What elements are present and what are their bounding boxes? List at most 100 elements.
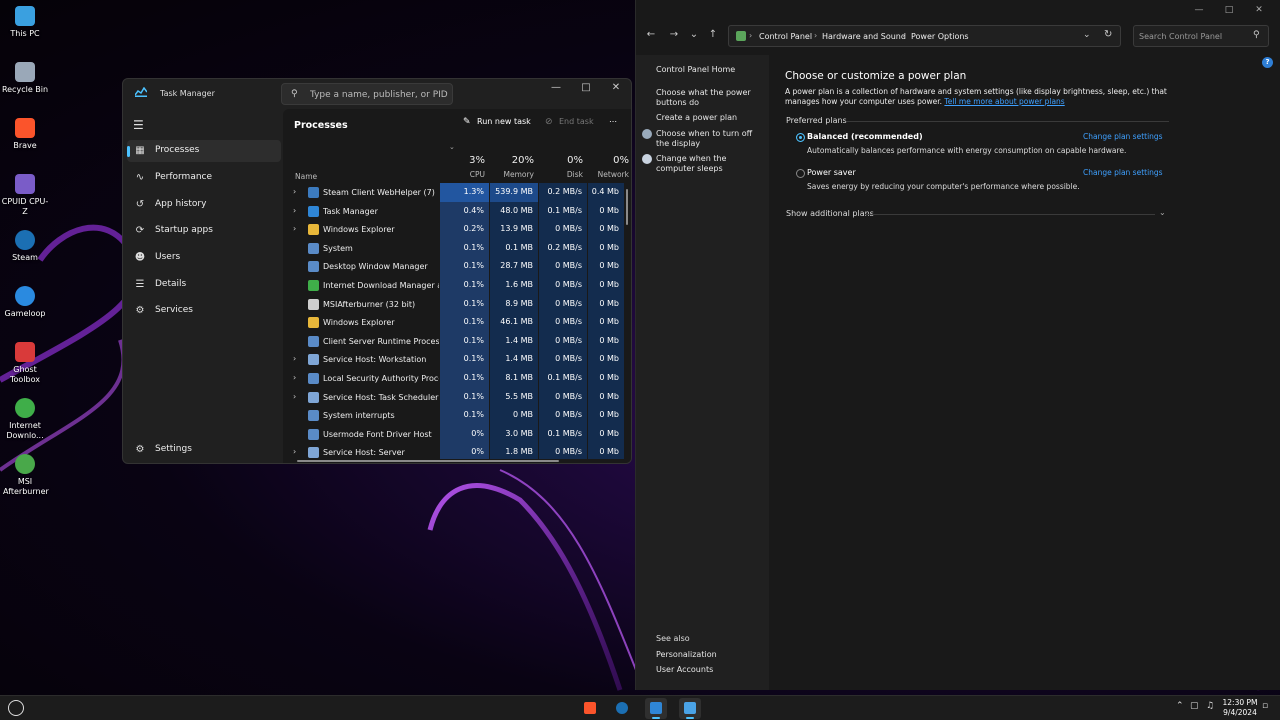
nav-users[interactable]: ☻ Users — [127, 247, 281, 269]
nav-services[interactable]: ⚙ Services — [127, 300, 281, 322]
plan-name[interactable]: Power saver — [807, 168, 856, 177]
start-button[interactable] — [8, 700, 24, 716]
taskbar-brave[interactable] — [579, 698, 601, 719]
volume-icon[interactable]: ♫ — [1206, 701, 1214, 711]
hamburger-menu-icon[interactable]: ☰ — [133, 118, 144, 132]
process-row[interactable]: › Windows Explorer 0.2% 13.9 MB 0 MB/s 0 Mb — [283, 220, 629, 239]
process-row[interactable]: Usermode Font Driver Host 0% 3.0 MB 0.1 MB/… — [283, 424, 629, 444]
expand-chevron-icon[interactable]: › — [293, 392, 296, 401]
process-row[interactable]: › Service Host: Task Scheduler 0.1% 5.5 MB 0… — [283, 387, 629, 407]
show-additional-plans[interactable]: Show additional plans — [786, 209, 874, 218]
process-row[interactable]: › Service Host: Server 0% 1.8 MB 0 MB/s 0 Mb — [283, 443, 629, 459]
expand-chevron-icon[interactable]: › — [293, 373, 296, 382]
back-button[interactable]: ← — [643, 29, 659, 43]
taskbar-task-manager[interactable] — [645, 698, 667, 719]
process-row[interactable]: › Service Host: Workstation 0.1% 1.4 MB 0 MB… — [283, 350, 629, 369]
process-row[interactable]: Desktop Window Manager 0.1% 28.7 MB 0 MB/s 0… — [283, 257, 629, 276]
plan-balanced-radio[interactable] — [796, 133, 805, 142]
breadcrumb-control-panel[interactable]: Control Panel — [759, 32, 812, 41]
column-header-disk[interactable]: 0% Disk — [539, 149, 587, 183]
column-header-memory[interactable]: 20% Memory — [490, 149, 538, 183]
nav-settings[interactable]: ⚙ Settings — [127, 439, 281, 461]
process-row[interactable]: › Steam Client WebHelper (7) 1.3% 539.9 MB 0… — [283, 183, 629, 202]
taskbar-control-panel[interactable] — [679, 698, 701, 719]
horizontal-scrollbar[interactable] — [297, 460, 559, 462]
process-cpu: 0% — [440, 443, 489, 459]
nav-processes[interactable]: ▦ Processes — [127, 140, 281, 162]
process-cpu: 0.1% — [440, 406, 489, 425]
process-row[interactable]: › Task Manager 0.4% 48.0 MB 0.1 MB/s 0 Mb — [283, 201, 629, 221]
link-personalization[interactable]: Personalization — [656, 650, 766, 660]
process-row[interactable]: Internet Download Manager a... 0.1% 1.6 MB… — [283, 276, 629, 295]
breadcrumb-power-options[interactable]: Power Options — [911, 32, 969, 41]
notifications-icon[interactable]: ▫ — [1262, 701, 1268, 711]
close-button[interactable]: ✕ — [601, 79, 631, 99]
expand-chevron-icon[interactable]: › — [293, 224, 296, 233]
desktop-icon-msi-afterburner[interactable]: MSI Afterburner — [0, 454, 50, 497]
link-power-buttons[interactable]: Choose what the power buttons do — [656, 88, 766, 108]
nav-details[interactable]: ☰ Details — [127, 274, 281, 296]
process-row[interactable]: MSIAfterburner (32 bit) 0.1% 8.9 MB 0 MB/s 0… — [283, 294, 629, 314]
breadcrumb-hardware-and-sound[interactable]: Hardware and Sound — [822, 32, 906, 41]
desktop-icon-steam[interactable]: Steam — [0, 230, 50, 263]
desktop-icon-recycle-bin[interactable]: Recycle Bin — [0, 62, 50, 95]
desktop-icon-gameloop[interactable]: Gameloop — [0, 286, 50, 319]
link-control-panel-home[interactable]: Control Panel Home — [656, 65, 766, 75]
up-button[interactable]: ↑ — [705, 29, 721, 43]
desktop-icon-ghost-toolbox[interactable]: Ghost Toolbox — [0, 342, 50, 385]
control-panel-search-input[interactable] — [1139, 30, 1249, 43]
link-computer-sleeps[interactable]: Change when the computer sleeps — [642, 154, 766, 174]
desktop-icon-cpuz[interactable]: CPUID CPU-Z — [0, 174, 50, 217]
more-options-button[interactable]: ⋯ — [609, 117, 618, 135]
chevron-down-icon[interactable]: ⌄ — [1159, 208, 1166, 217]
expand-chevron-icon[interactable]: › — [293, 354, 296, 363]
link-create-power-plan[interactable]: Create a power plan — [656, 113, 766, 123]
expand-chevron-icon[interactable]: › — [293, 447, 296, 456]
process-row[interactable]: Windows Explorer 0.1% 46.1 MB 0 MB/s 0 Mb — [283, 313, 629, 332]
run-new-task-button[interactable]: ✎ Run new task — [463, 117, 531, 135]
change-plan-settings-link[interactable]: Change plan settings — [1083, 168, 1163, 177]
end-task-button[interactable]: ⊘ End task — [545, 117, 594, 135]
column-header-cpu[interactable]: 3% CPU — [440, 149, 489, 183]
nav-startup-apps[interactable]: ⟳ Startup apps — [127, 220, 281, 242]
desktop-icon-idm[interactable]: Internet Downlo... — [0, 398, 50, 441]
process-search[interactable]: ⚲ — [281, 83, 453, 105]
learn-more-link[interactable]: Tell me more about power plans — [944, 97, 1064, 106]
cp-close-button[interactable]: ✕ — [1244, 0, 1274, 20]
plan-power-saver-radio[interactable] — [796, 169, 805, 178]
network-icon[interactable]: ▢ — [1190, 701, 1199, 711]
cp-minimize-button[interactable]: — — [1184, 0, 1214, 20]
recent-locations-button[interactable]: ⌄ — [686, 29, 702, 43]
tray-overflow-chevron-icon[interactable]: ⌃ — [1176, 701, 1184, 711]
desktop-icon-brave[interactable]: Brave — [0, 118, 50, 151]
nav-performance[interactable]: ∿ Performance — [127, 167, 281, 189]
column-header-network[interactable]: 0% Network — [588, 149, 631, 183]
process-row[interactable]: System interrupts 0.1% 0 MB 0 MB/s 0 Mb — [283, 406, 629, 425]
control-panel-search[interactable]: ⚲ — [1133, 25, 1269, 47]
task-manager-titlebar[interactable]: Task Manager ⚲ — □ ✕ — [123, 79, 631, 109]
address-bar[interactable]: › Control Panel › Hardware and Sound › P… — [728, 25, 1121, 47]
refresh-icon[interactable]: ↻ — [1104, 29, 1112, 40]
process-row[interactable]: System 0.1% 0.1 MB 0.2 MB/s 0 Mb — [283, 238, 629, 258]
minimize-button[interactable]: — — [541, 79, 571, 99]
expand-chevron-icon[interactable]: › — [293, 187, 296, 196]
clock[interactable]: 12:30 PM 9/4/2024 — [1218, 698, 1262, 718]
address-dropdown-chevron-icon[interactable]: ⌄ — [1083, 30, 1091, 40]
change-plan-settings-link[interactable]: Change plan settings — [1083, 132, 1163, 141]
help-icon[interactable]: ? — [1262, 57, 1273, 68]
column-header-name[interactable]: Name — [283, 149, 440, 183]
vertical-scrollbar[interactable] — [626, 189, 628, 225]
process-row[interactable]: Client Server Runtime Process 0.1% 1.4 MB 0… — [283, 331, 629, 351]
desktop-icon-this-pc[interactable]: This PC — [0, 6, 50, 39]
cp-maximize-button[interactable]: □ — [1214, 0, 1244, 20]
taskbar-steam[interactable] — [611, 698, 633, 719]
link-user-accounts[interactable]: User Accounts — [656, 665, 766, 675]
plan-name[interactable]: Balanced (recommended) — [807, 132, 923, 141]
process-row[interactable]: › Local Security Authority Proce... 0.1% 8.… — [283, 369, 629, 388]
maximize-button[interactable]: □ — [571, 79, 601, 99]
link-turn-off-display[interactable]: Choose when to turn off the display — [642, 129, 766, 149]
nav-app-history[interactable]: ↺ App history — [127, 194, 281, 216]
expand-chevron-icon[interactable]: › — [293, 206, 296, 215]
forward-button[interactable]: → — [666, 29, 682, 43]
process-search-input[interactable] — [310, 87, 448, 102]
